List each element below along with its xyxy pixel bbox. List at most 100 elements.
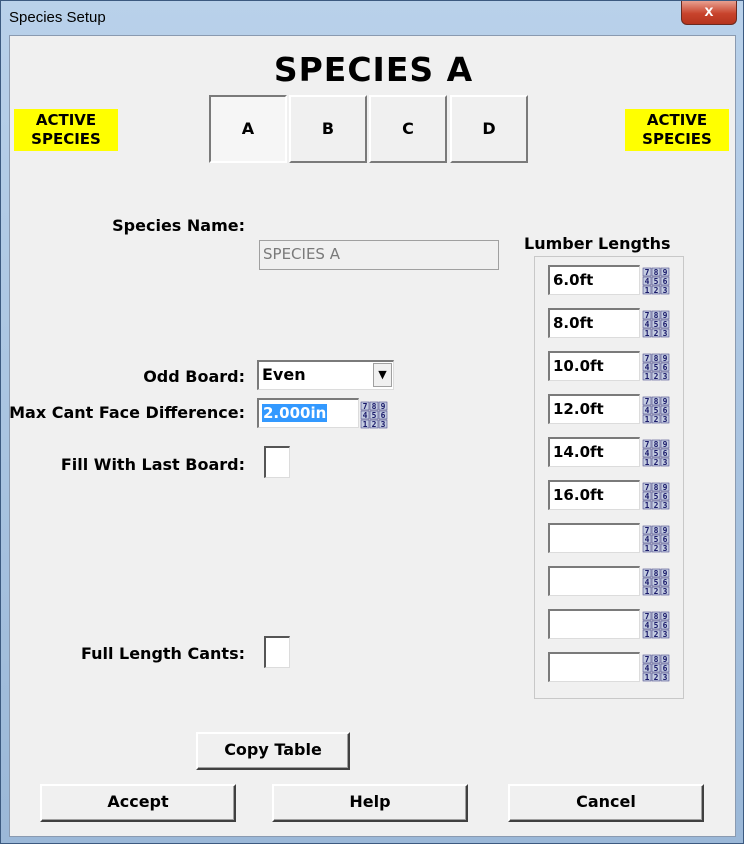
keypad-icon[interactable]: 7 8 9 4 5 6 1 2 3 xyxy=(641,608,671,640)
keypad-icon[interactable]: 7 8 9 4 5 6 1 2 3 xyxy=(641,436,671,468)
keypad-digit: 8 xyxy=(654,569,659,578)
keypad-icon[interactable]: 7 8 9 4 5 6 1 2 3 xyxy=(641,350,671,382)
keypad-digit: 6 xyxy=(663,664,668,673)
keypad-digit: 7 xyxy=(645,655,650,664)
lumber-length-input[interactable]: 14.0ft xyxy=(548,437,640,467)
keypad-digit: 8 xyxy=(654,483,659,492)
keypad-digit: 6 xyxy=(381,411,386,420)
keypad-digit: 6 xyxy=(663,363,668,372)
lumber-lengths-title: Lumber Lengths xyxy=(524,234,671,253)
lumber-length-input[interactable] xyxy=(548,652,640,682)
keypad-digit: 7 xyxy=(645,440,650,449)
keypad-digit: 7 xyxy=(645,268,650,277)
lumber-length-input[interactable] xyxy=(548,523,640,553)
tab-species-d[interactable]: D xyxy=(450,95,528,163)
tab-species-c[interactable]: C xyxy=(369,95,447,163)
keypad-digit: 7 xyxy=(645,311,650,320)
full-length-cants-label: Full Length Cants: xyxy=(80,644,245,663)
keypad-digit: 5 xyxy=(654,320,659,329)
keypad-digit: 6 xyxy=(663,621,668,630)
keypad-digit: 3 xyxy=(381,420,386,429)
odd-board-label: Odd Board: xyxy=(143,367,245,386)
lumber-length-input[interactable]: 8.0ft xyxy=(548,308,640,338)
lumber-length-input[interactable]: 6.0ft xyxy=(548,265,640,295)
lumber-length-input[interactable] xyxy=(548,566,640,596)
lumber-length-input[interactable]: 12.0ft xyxy=(548,394,640,424)
chevron-down-icon[interactable]: ▼ xyxy=(373,363,392,387)
keypad-digit: 4 xyxy=(645,492,650,501)
species-name-field[interactable]: SPECIES A xyxy=(259,240,499,270)
keypad-digit: 3 xyxy=(663,501,668,510)
keypad-digit: 1 xyxy=(645,329,650,338)
badge-line: ACTIVE xyxy=(35,111,97,129)
keypad-digit: 4 xyxy=(645,535,650,544)
close-button[interactable]: x xyxy=(681,1,737,25)
keypad-digit: 6 xyxy=(663,320,668,329)
page-title: SPECIES A xyxy=(273,50,474,89)
keypad-icon[interactable]: 7 8 9 4 5 6 1 2 3 xyxy=(359,398,389,430)
keypad-digit: 3 xyxy=(663,630,668,639)
keypad-digit: 4 xyxy=(645,449,650,458)
keypad-digit: 4 xyxy=(645,664,650,673)
keypad-digit: 3 xyxy=(663,544,668,553)
keypad-digit: 9 xyxy=(381,402,386,411)
lumber-length-input[interactable]: 10.0ft xyxy=(548,351,640,381)
keypad-icon[interactable]: 7 8 9 4 5 6 1 2 3 xyxy=(641,522,671,554)
max-cant-face-difference-field[interactable]: 2.000in xyxy=(257,398,359,428)
lumber-length-input[interactable]: 16.0ft xyxy=(548,480,640,510)
keypad-icon[interactable]: 7 8 9 4 5 6 1 2 3 xyxy=(641,479,671,511)
tab-species-b[interactable]: B xyxy=(289,95,367,163)
keypad-digit: 3 xyxy=(663,286,668,295)
help-button[interactable]: Help xyxy=(272,784,468,822)
keypad-digit: 7 xyxy=(363,402,368,411)
keypad-digit: 8 xyxy=(654,655,659,664)
keypad-digit: 6 xyxy=(663,449,668,458)
keypad-icon[interactable]: 7 8 9 4 5 6 1 2 3 xyxy=(641,264,671,296)
keypad-digit: 8 xyxy=(654,526,659,535)
keypad-icon[interactable]: 7 8 9 4 5 6 1 2 3 xyxy=(641,393,671,425)
window-title: Species Setup xyxy=(9,9,106,26)
keypad-digit: 5 xyxy=(654,621,659,630)
copy-table-button[interactable]: Copy Table xyxy=(196,732,350,770)
keypad-digit: 9 xyxy=(663,569,668,578)
keypad-digit: 9 xyxy=(663,397,668,406)
keypad-digit: 2 xyxy=(654,329,659,338)
keypad-digit: 5 xyxy=(654,535,659,544)
lumber-length-input[interactable] xyxy=(548,609,640,639)
keypad-digit: 9 xyxy=(663,311,668,320)
keypad-icon[interactable]: 7 8 9 4 5 6 1 2 3 xyxy=(641,307,671,339)
accept-button[interactable]: Accept xyxy=(40,784,236,822)
title-bar[interactable]: Species Setup x xyxy=(1,1,743,35)
keypad-icon[interactable]: 7 8 9 4 5 6 1 2 3 xyxy=(641,651,671,683)
keypad-digit: 1 xyxy=(645,673,650,682)
fill-with-last-board-checkbox[interactable] xyxy=(264,446,290,478)
keypad-digit: 1 xyxy=(645,458,650,467)
keypad-digit: 2 xyxy=(654,673,659,682)
keypad-digit: 1 xyxy=(645,587,650,596)
keypad-digit: 2 xyxy=(654,372,659,381)
keypad-digit: 4 xyxy=(645,621,650,630)
keypad-digit: 1 xyxy=(645,286,650,295)
keypad-digit: 8 xyxy=(654,311,659,320)
keypad-digit: 6 xyxy=(663,535,668,544)
keypad-digit: 6 xyxy=(663,578,668,587)
active-species-badge-right: ACTIVE SPECIES xyxy=(625,109,729,151)
badge-line: SPECIES xyxy=(31,130,101,148)
cancel-button[interactable]: Cancel xyxy=(508,784,704,822)
keypad-digit: 5 xyxy=(654,578,659,587)
keypad-digit: 8 xyxy=(654,397,659,406)
odd-board-select[interactable]: Even ▼ xyxy=(257,360,394,390)
keypad-digit: 2 xyxy=(372,420,377,429)
fill-with-last-board-label: Fill With Last Board: xyxy=(60,455,245,474)
keypad-digit: 1 xyxy=(645,544,650,553)
keypad-icon[interactable]: 7 8 9 4 5 6 1 2 3 xyxy=(641,565,671,597)
keypad-digit: 1 xyxy=(645,501,650,510)
keypad-digit: 5 xyxy=(654,277,659,286)
keypad-digit: 9 xyxy=(663,655,668,664)
keypad-digit: 4 xyxy=(645,277,650,286)
full-length-cants-checkbox[interactable] xyxy=(264,636,290,668)
keypad-digit: 2 xyxy=(654,415,659,424)
tab-species-a[interactable]: A xyxy=(209,95,287,163)
keypad-digit: 6 xyxy=(663,492,668,501)
keypad-digit: 7 xyxy=(645,483,650,492)
